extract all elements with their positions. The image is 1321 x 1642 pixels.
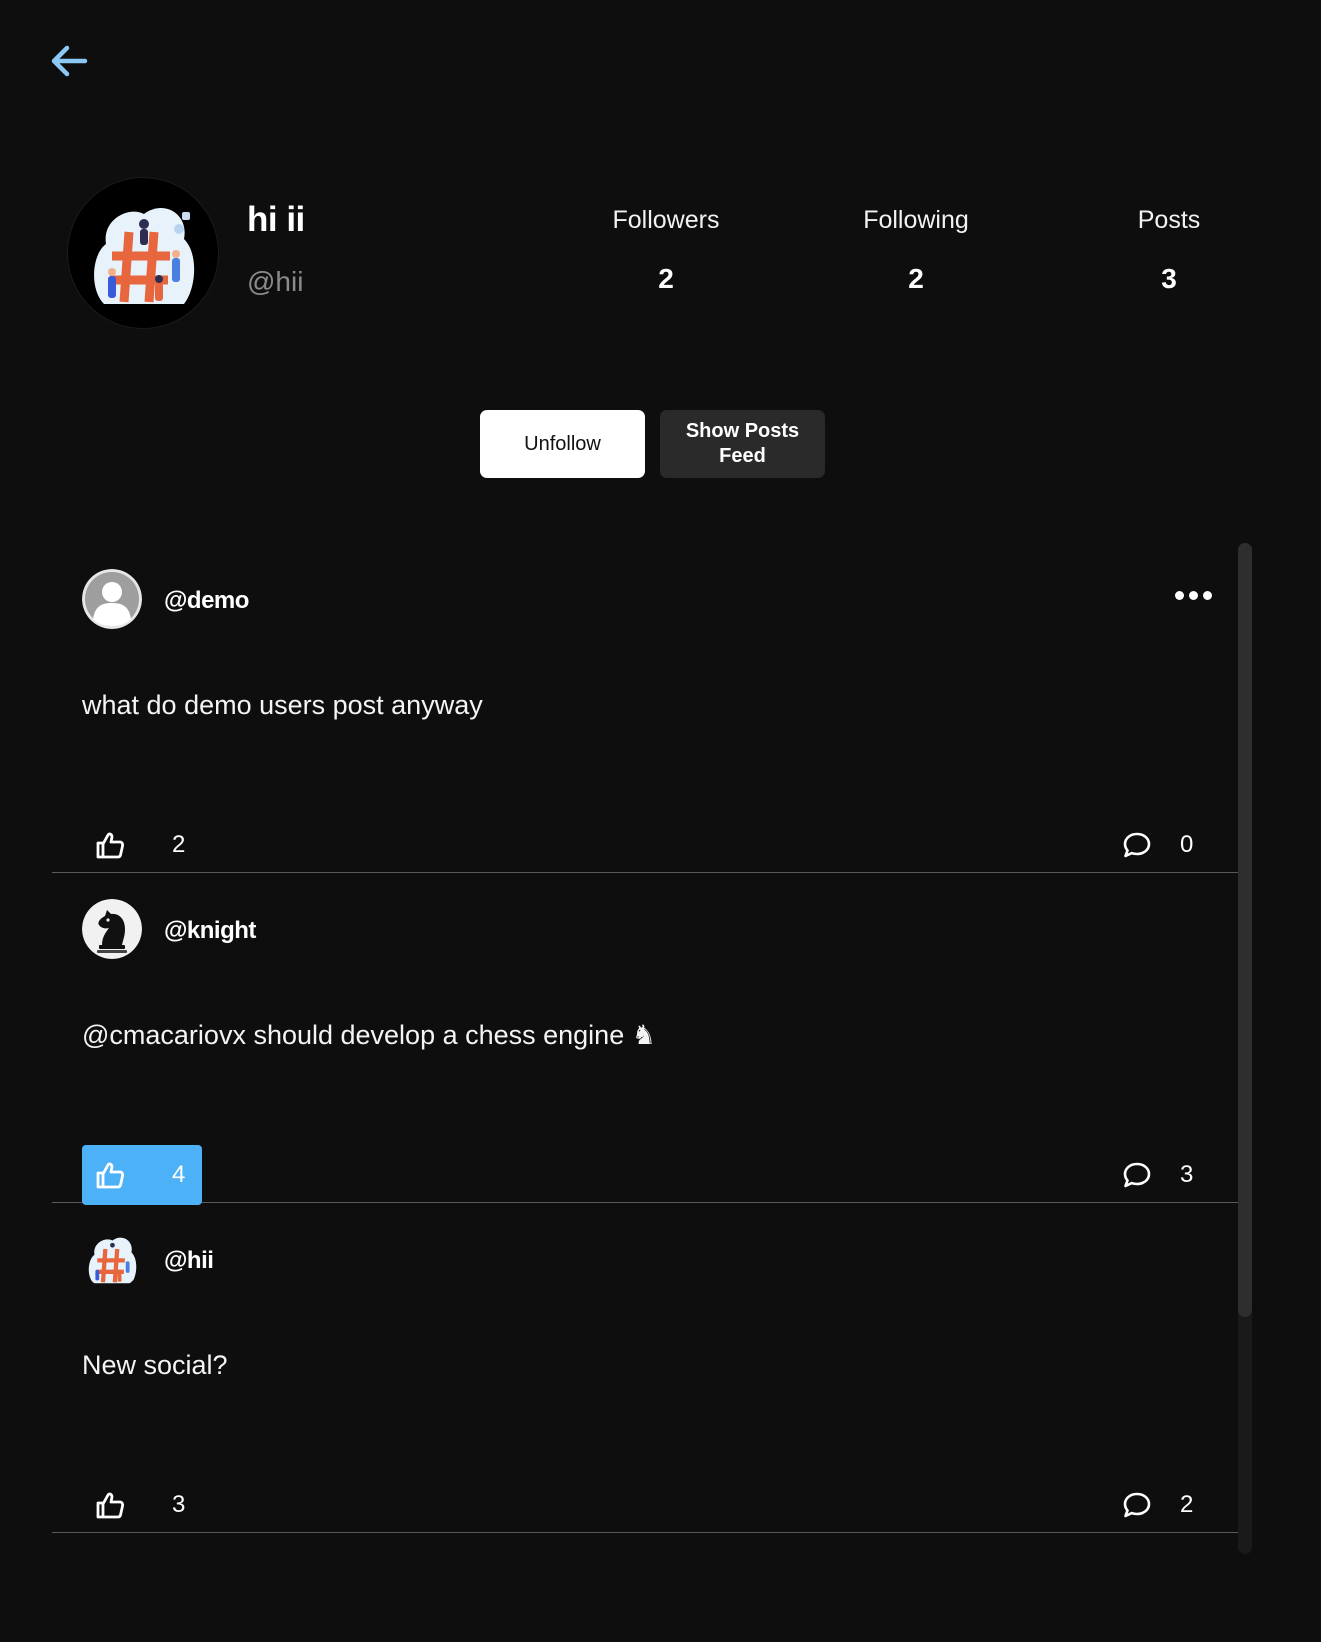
profile-display-name: hi ii xyxy=(247,200,305,239)
more-options-button[interactable] xyxy=(1175,591,1212,600)
show-posts-feed-button[interactable]: Show Posts Feed xyxy=(660,410,825,478)
hashtag-illustration-icon xyxy=(94,208,195,304)
comment-button[interactable]: 2 xyxy=(1112,1475,1222,1535)
like-count: 3 xyxy=(172,1491,186,1518)
avatar[interactable] xyxy=(82,1229,142,1289)
feed-scrollbar[interactable] xyxy=(1238,543,1252,1554)
profile-avatar xyxy=(68,178,218,328)
avatar[interactable] xyxy=(82,899,142,959)
stat-value: 2 xyxy=(908,263,924,294)
dot-icon xyxy=(1175,591,1184,600)
post-text: New social? xyxy=(82,1350,228,1380)
post-username[interactable]: @knight xyxy=(164,917,256,945)
profile-page: hi ii @hii Followers 2 Following 2 Posts… xyxy=(0,0,1321,1642)
post-item: @demo what do demo users post anyway 2 0 xyxy=(52,543,1238,873)
comment-bubble-icon xyxy=(1123,1492,1151,1518)
comment-button[interactable]: 0 xyxy=(1112,815,1222,875)
stat-label: Following xyxy=(863,206,969,234)
stat-value: 2 xyxy=(658,263,674,294)
stat-followers[interactable]: Followers 2 xyxy=(566,206,766,295)
comment-count: 0 xyxy=(1180,831,1194,858)
posts-feed: @demo what do demo users post anyway 2 0 xyxy=(52,543,1238,1533)
comment-button[interactable]: 3 xyxy=(1112,1145,1222,1205)
back-button[interactable] xyxy=(46,38,92,84)
thumbs-up-icon xyxy=(96,1162,125,1189)
scrollbar-thumb[interactable] xyxy=(1238,543,1252,1317)
arrow-left-icon xyxy=(51,45,88,77)
post-username[interactable]: @hii xyxy=(164,1247,214,1275)
dot-icon xyxy=(1189,591,1198,600)
like-button[interactable]: 2 xyxy=(82,815,202,875)
stat-label: Followers xyxy=(612,206,720,234)
like-count: 2 xyxy=(172,831,186,858)
profile-handle: @hii xyxy=(247,266,304,297)
avatar[interactable] xyxy=(82,569,142,629)
dot-icon xyxy=(1203,591,1212,600)
post-text: @cmacariovx should develop a chess engin… xyxy=(82,1020,656,1050)
like-button[interactable]: 3 xyxy=(82,1475,202,1535)
stat-posts: Posts 3 xyxy=(1069,206,1269,295)
thumbs-up-icon xyxy=(96,832,125,859)
post-item: @hii New social? 3 2 xyxy=(52,1203,1238,1533)
stat-following[interactable]: Following 2 xyxy=(816,206,1016,295)
unfollow-button[interactable]: Unfollow xyxy=(480,410,645,478)
default-user-icon xyxy=(82,569,142,629)
comment-bubble-icon xyxy=(1123,832,1151,858)
hashtag-illustration-icon xyxy=(88,1237,137,1284)
post-item: @knight @cmacariovx should develop a che… xyxy=(52,873,1238,1205)
like-button[interactable]: 4 xyxy=(82,1145,202,1205)
stat-value: 3 xyxy=(1161,263,1177,294)
chess-knight-icon xyxy=(82,899,142,959)
comment-count: 3 xyxy=(1180,1161,1194,1188)
post-username[interactable]: @demo xyxy=(164,587,249,615)
comment-count: 2 xyxy=(1180,1491,1194,1518)
like-count: 4 xyxy=(172,1161,186,1188)
thumbs-up-icon xyxy=(96,1492,125,1519)
comment-bubble-icon xyxy=(1123,1162,1151,1188)
stat-label: Posts xyxy=(1137,206,1201,234)
post-text: what do demo users post anyway xyxy=(82,690,483,720)
